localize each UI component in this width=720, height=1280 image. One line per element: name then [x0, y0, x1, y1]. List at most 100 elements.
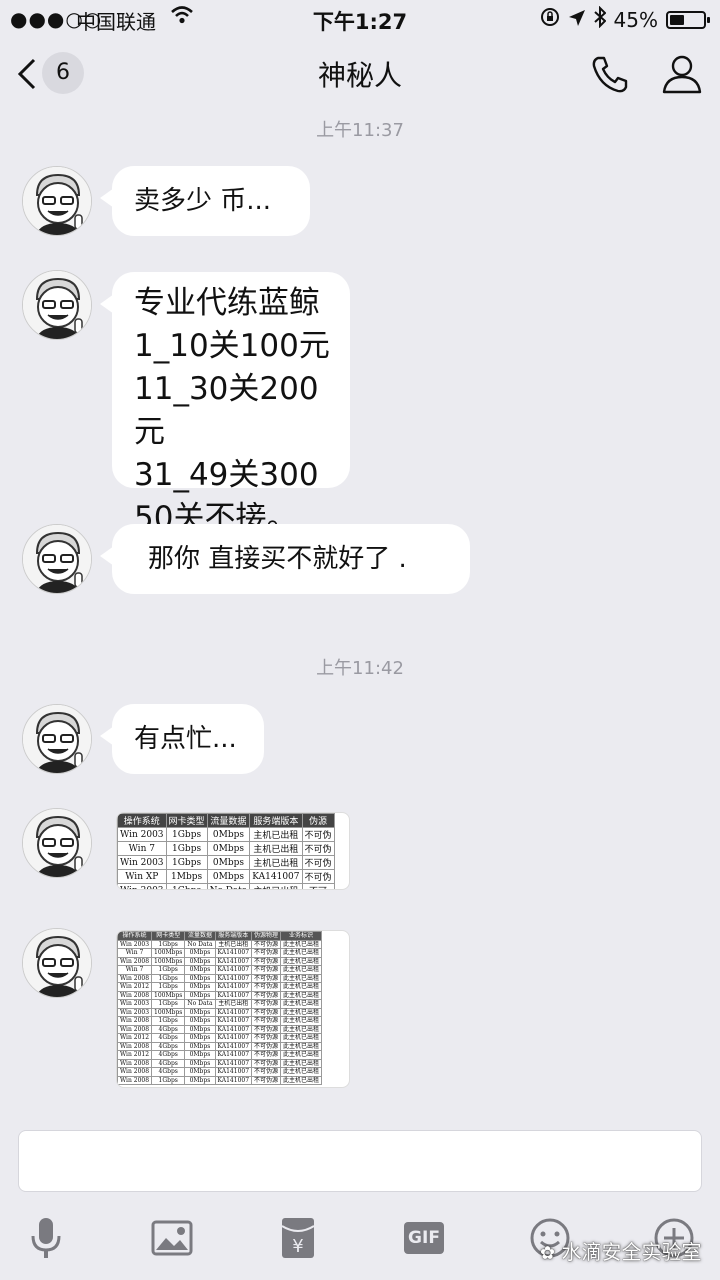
table-cell: 不可伪源	[251, 1024, 282, 1034]
table-cell: 不可伪	[301, 827, 335, 842]
table-header: 操作系统	[117, 813, 167, 828]
table-header: 流量数据	[184, 931, 216, 941]
table-cell: 主机已出租	[249, 841, 303, 856]
table-cell: 此主机已出租	[280, 1033, 323, 1043]
table-cell: 0Mbps	[206, 841, 251, 856]
battery-level-fill	[670, 14, 685, 25]
table-cell: KA141007	[214, 982, 253, 992]
table-header: 网卡类型	[165, 813, 208, 828]
contact-avatar[interactable]	[22, 808, 92, 878]
contact-avatar[interactable]	[22, 928, 92, 998]
table-cell: 此主机已出租	[280, 982, 323, 992]
profile-icon[interactable]	[660, 52, 704, 96]
table-header-row: 操作系统 网卡类型 流量数据 服务端版本 伪源物理 业务标识	[117, 931, 323, 941]
table-cell: KA141007	[214, 1058, 253, 1068]
table-cell: 此主机已出租	[280, 939, 323, 949]
table-row: Win XP 1Mbps 0Mbps KA141007 不可伪	[117, 869, 335, 884]
table-cell: Win 2003	[117, 999, 153, 1009]
table-row: Win 2008 1Gbps 0Mbps KA141007 不可伪源 此主机已出租	[117, 973, 323, 983]
table-cell: 此主机已出租	[280, 1058, 323, 1068]
table-cell: 不可伪源	[251, 956, 282, 966]
table-cell: 100Mbps	[151, 990, 186, 1000]
image-message[interactable]: 操作系统 网卡类型 流量数据 服务端版本 伪源物理 业务标识 Win 2003 1…	[116, 930, 350, 1088]
message-line: 11_30关200元	[134, 371, 319, 450]
table-cell: 不可伪源	[251, 1007, 282, 1017]
message-bubble[interactable]: 卖多少 币...	[100, 166, 310, 236]
table-cell: No Data	[184, 939, 216, 949]
table-cell: 100Mbps	[151, 1007, 186, 1017]
table-cell: 不可伪源	[251, 1067, 282, 1077]
table-header: 伪源	[301, 813, 335, 828]
table-cell: 不可伪源	[251, 965, 282, 975]
table-cell: 此主机已出租	[280, 1016, 323, 1026]
table-cell: 0Mbps	[184, 956, 216, 966]
table-cell: KA141007	[214, 1075, 253, 1085]
status-bar: ●●●○○ 中国联通 下午1:27 45%	[0, 0, 720, 36]
battery-percent: 45%	[613, 7, 658, 32]
table-cell: 4Gbps	[151, 1041, 186, 1051]
table-cell: 不可伪源	[251, 939, 282, 949]
image-table: 操作系统 网卡类型 流量数据 服务端版本 伪源 Win 2003 1Gbps 0Mb…	[117, 813, 335, 889]
table-cell: 此主机已出租	[280, 1007, 323, 1017]
contact-avatar[interactable]	[22, 524, 92, 594]
table-cell: 1Gbps	[151, 939, 186, 949]
table-cell: KA141007	[214, 1033, 253, 1043]
table-row: Win 7 100Mbps 0Mbps KA141007 不可伪源 此主机已出租	[117, 948, 323, 958]
contact-avatar[interactable]	[22, 704, 92, 774]
table-header: 操作系统	[117, 931, 153, 941]
table-cell: 1Gbps	[151, 1016, 186, 1026]
table-cell: 此主机已出租	[280, 1024, 323, 1034]
table-cell: KA141007	[214, 1067, 253, 1077]
table-cell: 0Mbps	[184, 1007, 216, 1017]
orientation-lock-icon	[540, 7, 560, 32]
table-cell: No Data	[184, 999, 216, 1009]
table-cell: No Data	[206, 883, 251, 889]
table-cell: 不可伪源	[251, 973, 282, 983]
message-line: 1_10关100元	[134, 328, 330, 364]
table-cell: 此主机已出租	[280, 1067, 323, 1077]
gif-icon[interactable]: GIF	[400, 1214, 448, 1262]
table-row: Win 2003 1Gbps 0Mbps 主机已出租 不可伪	[117, 827, 335, 842]
microphone-icon[interactable]	[22, 1214, 70, 1262]
table-cell: Win 7	[117, 948, 153, 958]
table-cell: 0Mbps	[184, 1058, 216, 1068]
table-cell: 0Mbps	[184, 1016, 216, 1026]
table-cell: Win 2008	[117, 1075, 153, 1085]
table-cell: KA141007	[249, 869, 303, 884]
message-text: 卖多少 币...	[134, 186, 272, 216]
table-cell: KA141007	[214, 1024, 253, 1034]
image-icon[interactable]	[148, 1214, 196, 1262]
table-cell: 不可伪源	[251, 982, 282, 992]
table-cell: 100Mbps	[151, 956, 186, 966]
contact-avatar[interactable]	[22, 166, 92, 236]
phone-call-icon[interactable]	[588, 52, 632, 96]
table-cell: 此主机已出租	[280, 990, 323, 1000]
table-row: Win 2012 4Gbps 0Mbps KA141007 不可伪源 此主机已出租	[117, 1050, 323, 1060]
image-message[interactable]: 操作系统 网卡类型 流量数据 服务端版本 伪源 Win 2003 1Gbps 0Mb…	[116, 812, 350, 890]
message-bubble[interactable]: 有点忙...	[100, 704, 264, 774]
message-bubble[interactable]: 那你 直接买不就好了 .	[100, 524, 470, 594]
bluetooth-icon	[593, 5, 606, 33]
red-packet-icon[interactable]: ¥	[274, 1214, 322, 1262]
table-row: Win 2008 1Gbps 0Mbps KA141007 不可伪源 此主机已出租	[117, 1075, 323, 1085]
table-cell: KA141007	[214, 1016, 253, 1026]
table-cell: 不可伪	[301, 841, 335, 856]
table-cell: KA141007	[214, 965, 253, 975]
message-text: 有点忙...	[134, 724, 237, 754]
table-cell: 0Mbps	[184, 965, 216, 975]
table-body: Win 2003 1Gbps No Data 主机已出租 不可伪源 此主机已出租 Win 7…	[117, 939, 323, 1085]
table-row: Win 7 1Gbps 0Mbps 主机已出租 不可伪	[117, 841, 335, 856]
table-cell: 0Mbps	[184, 982, 216, 992]
table-cell: 此主机已出租	[280, 1041, 323, 1051]
table-cell: 4Gbps	[151, 1050, 186, 1060]
contact-avatar[interactable]	[22, 270, 92, 340]
message-input[interactable]	[18, 1130, 702, 1192]
table-row: Win 2008 100Mbps 0Mbps KA141007 不可伪源 此主机已出租	[117, 956, 323, 966]
table-cell: 1Gbps	[165, 841, 208, 856]
table-cell: 不可	[301, 883, 335, 889]
table-cell: 主机已出租	[249, 827, 303, 842]
table-cell: 4Gbps	[151, 1058, 186, 1068]
table-row: Win 2008 4Gbps 0Mbps KA141007 不可伪源 此主机已出租	[117, 1024, 323, 1034]
table-cell: 0Mbps	[184, 1075, 216, 1085]
message-bubble[interactable]: 专业代练蓝鲸 1_10关100元 11_30关200元 31_49关300 50…	[100, 272, 350, 536]
